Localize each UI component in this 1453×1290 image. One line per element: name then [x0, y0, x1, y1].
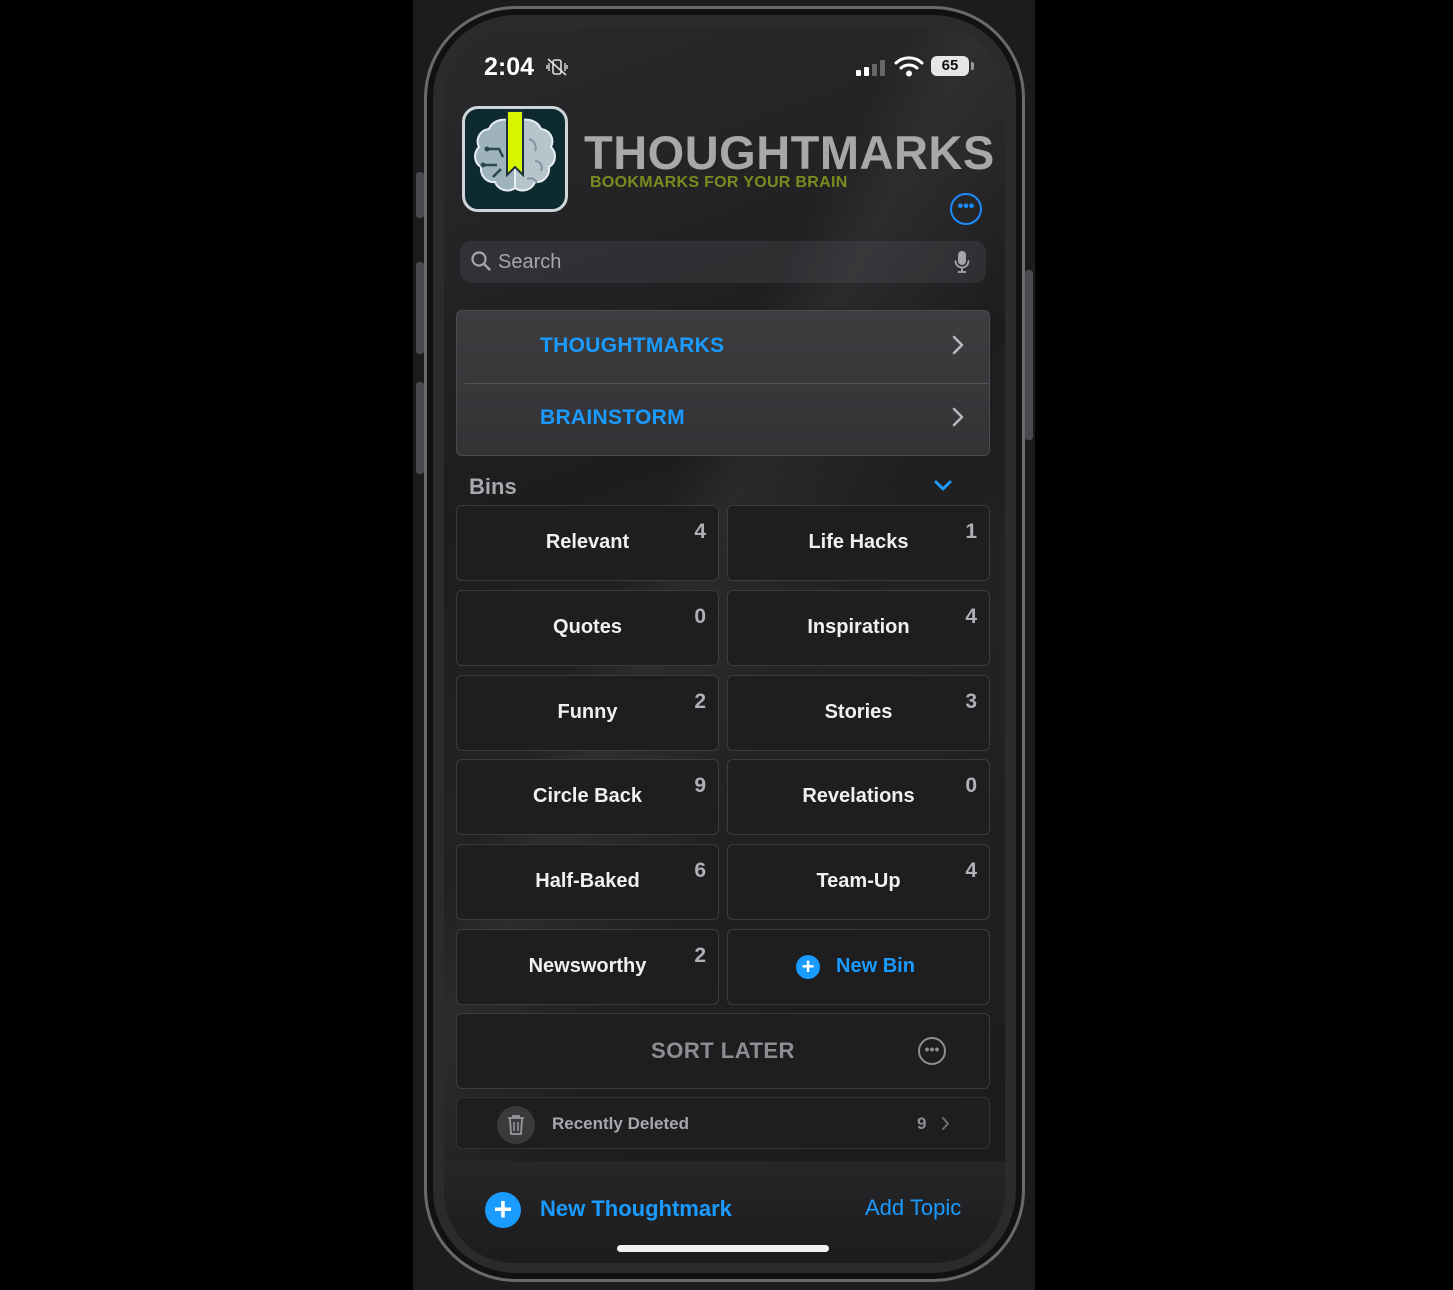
- topic-row-brainstorm[interactable]: BRAINSTORM: [457, 383, 989, 455]
- recently-deleted-count: 9: [917, 1114, 927, 1133]
- app-title: THOUGHTMARKS: [584, 126, 995, 179]
- action-button: [416, 172, 424, 218]
- power-button: [1025, 270, 1033, 440]
- wifi-icon: [894, 55, 924, 82]
- chevron-down-icon[interactable]: [933, 479, 953, 493]
- bin-funny[interactable]: Funny 2: [456, 675, 719, 751]
- bin-circle-back[interactable]: Circle Back 9: [456, 759, 719, 835]
- recently-deleted-row[interactable]: Recently Deleted 9: [456, 1097, 990, 1149]
- bin-name: Life Hacks: [808, 531, 909, 553]
- topic-label: BRAINSTORM: [540, 406, 685, 429]
- vibrate-off-icon: [546, 57, 568, 82]
- chevron-right-icon: [952, 335, 964, 355]
- bin-name: Revelations: [802, 785, 915, 807]
- bin-count: 9: [694, 774, 706, 797]
- app-subtitle: BOOKMARKS FOR YOUR BRAIN: [590, 174, 848, 191]
- bins-section-title: Bins: [469, 474, 517, 499]
- topics-list: THOUGHTMARKS BRAINSTORM: [456, 310, 990, 456]
- volume-up-button: [416, 262, 424, 354]
- bin-count: 0: [694, 605, 706, 628]
- search-bar[interactable]: [460, 241, 986, 283]
- bin-name: Half-Baked: [535, 870, 640, 892]
- bin-count: 3: [965, 690, 977, 713]
- new-bin-label: New Bin: [836, 955, 915, 977]
- bin-name: Inspiration: [807, 616, 910, 638]
- ellipsis-circle-icon[interactable]: •••: [918, 1037, 946, 1065]
- plus-circle-icon[interactable]: +: [485, 1192, 521, 1228]
- bin-relevant[interactable]: Relevant 4: [456, 505, 719, 581]
- bin-name: Newsworthy: [528, 955, 647, 977]
- bin-count: 2: [694, 690, 706, 713]
- status-time: 2:04: [484, 53, 535, 81]
- bin-inspiration[interactable]: Inspiration 4: [727, 590, 990, 666]
- new-thoughtmark-button[interactable]: New Thoughtmark: [540, 1196, 732, 1222]
- search-icon: [471, 251, 491, 271]
- bin-count: 4: [965, 859, 977, 882]
- bin-life-hacks[interactable]: Life Hacks 1: [727, 505, 990, 581]
- recently-deleted-label: Recently Deleted: [552, 1114, 689, 1133]
- bin-count: 2: [694, 944, 706, 967]
- bin-name: Quotes: [553, 616, 622, 638]
- app-logo: [462, 106, 568, 212]
- bin-name: Stories: [824, 701, 893, 723]
- bin-newsworthy[interactable]: Newsworthy 2: [456, 929, 719, 1005]
- sort-later-bin[interactable]: SORT LATER •••: [456, 1013, 990, 1089]
- bottom-toolbar: + New Thoughtmark Add Topic: [444, 1161, 1005, 1263]
- search-input[interactable]: [498, 247, 938, 277]
- bin-count: 1: [965, 520, 977, 543]
- chevron-right-icon: [942, 1117, 949, 1130]
- sort-later-label: SORT LATER: [651, 1038, 795, 1063]
- bin-half-baked[interactable]: Half-Baked 6: [456, 844, 719, 920]
- bin-name: Circle Back: [533, 785, 642, 807]
- home-indicator[interactable]: [617, 1245, 829, 1252]
- cellular-signal-icon: [856, 60, 886, 76]
- trash-icon: [497, 1106, 535, 1144]
- volume-down-button: [416, 382, 424, 474]
- bin-name: Relevant: [545, 531, 630, 553]
- bin-team-up[interactable]: Team-Up 4: [727, 844, 990, 920]
- microphone-icon[interactable]: [954, 250, 970, 274]
- bin-name: Team-Up: [816, 870, 901, 892]
- bin-count: 0: [965, 774, 977, 797]
- app-screen: 2:04 65 THOUGHTMARKS BOOKMARKS FOR YOUR …: [444, 27, 1005, 1263]
- topic-label: THOUGHTMARKS: [540, 334, 725, 357]
- bin-name: Funny: [557, 701, 618, 723]
- bin-revelations[interactable]: Revelations 0: [727, 759, 990, 835]
- ellipsis-circle-icon[interactable]: •••: [950, 193, 982, 225]
- chevron-right-icon: [952, 407, 964, 427]
- bin-count: 4: [965, 605, 977, 628]
- bin-stories[interactable]: Stories 3: [727, 675, 990, 751]
- bin-count: 6: [694, 859, 706, 882]
- new-bin-button[interactable]: + New Bin: [727, 929, 990, 1005]
- topic-row-thoughtmarks[interactable]: THOUGHTMARKS: [457, 311, 989, 383]
- bin-count: 4: [694, 520, 706, 543]
- battery-icon: 65: [931, 56, 974, 76]
- add-topic-button[interactable]: Add Topic: [865, 1195, 961, 1221]
- bin-quotes[interactable]: Quotes 0: [456, 590, 719, 666]
